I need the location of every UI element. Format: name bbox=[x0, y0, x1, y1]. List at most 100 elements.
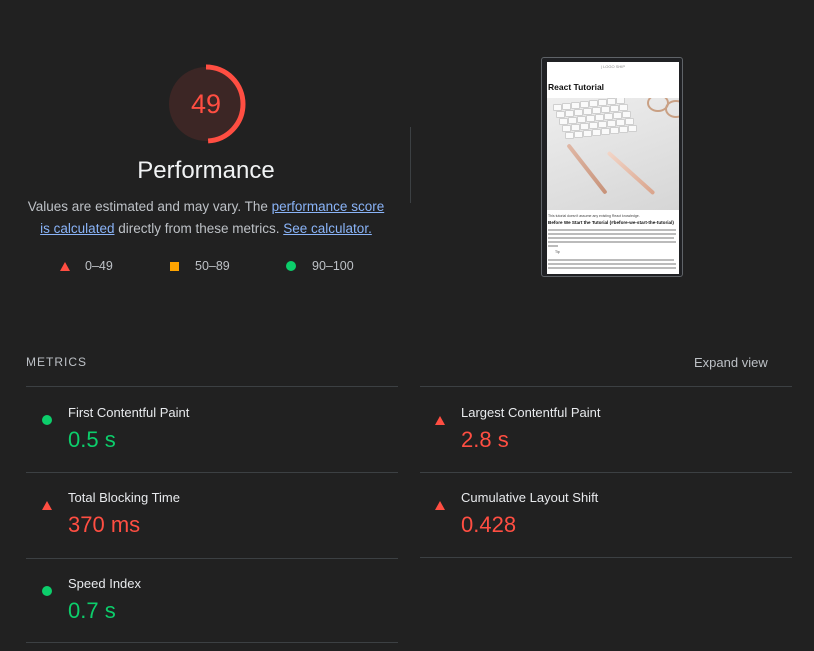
square-icon bbox=[170, 261, 179, 271]
keyboard-key bbox=[598, 99, 607, 106]
keyboard-key bbox=[565, 110, 574, 117]
keyboard-key bbox=[613, 112, 622, 119]
poor-status-icon bbox=[42, 497, 52, 515]
metric-first-contentful-paint: First Contentful Paint 0.5 s bbox=[42, 405, 412, 475]
keyboard-key bbox=[553, 104, 562, 111]
keyboard-key bbox=[628, 125, 637, 132]
metrics-divider bbox=[26, 386, 398, 387]
keyboard-key bbox=[571, 124, 580, 131]
metric-value: 2.8 s bbox=[461, 427, 509, 452]
keyboard-key bbox=[616, 119, 625, 126]
metrics-divider bbox=[26, 642, 398, 643]
legend-item-average: 50–89 bbox=[170, 259, 230, 273]
description-text-2: directly from these metrics. bbox=[114, 221, 284, 236]
poor-status-icon bbox=[435, 497, 445, 515]
metrics-divider bbox=[26, 558, 398, 559]
keyboard-key bbox=[625, 118, 634, 125]
metrics-divider bbox=[420, 472, 792, 473]
keyboard-key bbox=[601, 106, 610, 113]
keyboard-key bbox=[619, 126, 628, 133]
keyboard-key bbox=[619, 104, 628, 111]
keyboard-key bbox=[601, 128, 610, 135]
keyboard-key bbox=[574, 109, 583, 116]
metric-label: Total Blocking Time bbox=[68, 490, 180, 505]
keyboard-key bbox=[583, 108, 592, 115]
keyboard-key bbox=[622, 111, 631, 118]
keyboard-key bbox=[604, 113, 613, 120]
see-calculator-link[interactable]: See calculator. bbox=[283, 221, 372, 236]
keyboard-key bbox=[589, 122, 598, 129]
metrics-divider bbox=[420, 386, 792, 387]
keyboard-key bbox=[565, 132, 574, 139]
keyboard-key bbox=[577, 116, 586, 123]
metric-total-blocking-time: Total Blocking Time 370 ms bbox=[42, 490, 412, 560]
keyboard-key bbox=[562, 125, 571, 132]
screenshot-text-line bbox=[548, 267, 676, 269]
keyboard-key bbox=[580, 101, 589, 108]
metrics-section-label: METRICS bbox=[26, 355, 87, 369]
metric-label: Cumulative Layout Shift bbox=[461, 490, 599, 505]
metric-largest-contentful-paint: Largest Contentful Paint 2.8 s bbox=[435, 405, 805, 475]
screenshot-header-text: | LOGO SHIP bbox=[600, 64, 626, 69]
expand-view-button[interactable]: Expand view bbox=[694, 355, 768, 370]
metric-value: 0.5 s bbox=[68, 427, 116, 452]
keyboard-key bbox=[610, 105, 619, 112]
description-text-1: Values are estimated and may vary. The bbox=[27, 199, 272, 214]
poor-status-icon bbox=[435, 412, 445, 430]
legend-item-poor: 0–49 bbox=[60, 259, 113, 273]
screenshot-text-line bbox=[548, 241, 676, 243]
screenshot-text-line bbox=[548, 259, 674, 261]
performance-title: Performance bbox=[137, 157, 275, 184]
performance-score: 49 bbox=[190, 88, 222, 119]
screenshot-title: React Tutorial bbox=[548, 82, 605, 92]
screenshot-text-line bbox=[548, 245, 558, 247]
metric-label: Speed Index bbox=[68, 576, 142, 591]
final-screenshot[interactable]: | LOGO SHIP React Tutorial This tutorial… bbox=[541, 57, 683, 277]
keyboard-key bbox=[589, 100, 598, 107]
legend-item-good: 90–100 bbox=[286, 259, 354, 273]
keyboard-key bbox=[559, 118, 568, 125]
glasses-illustration-right bbox=[665, 100, 679, 118]
metric-cumulative-layout-shift: Cumulative Layout Shift 0.428 bbox=[435, 490, 805, 560]
screenshot-hero-image bbox=[547, 98, 679, 210]
keyboard-key bbox=[556, 111, 565, 118]
good-status-icon bbox=[42, 583, 52, 601]
circle-icon bbox=[286, 261, 296, 271]
keyboard-key bbox=[607, 98, 616, 105]
keyboard-key bbox=[571, 102, 580, 109]
keyboard-key bbox=[595, 114, 604, 121]
screenshot-caption: This tutorial doesn't assume any existin… bbox=[548, 214, 640, 218]
screenshot-text-line bbox=[548, 237, 674, 239]
screenshot-text-line bbox=[548, 233, 676, 235]
keyboard-key bbox=[580, 123, 589, 130]
metric-value: 0.428 bbox=[461, 512, 517, 537]
metric-value: 370 ms bbox=[68, 512, 141, 537]
pencil-illustration bbox=[606, 150, 656, 196]
keyboard-key bbox=[574, 131, 583, 138]
keyboard-key bbox=[592, 129, 601, 136]
metric-label: First Contentful Paint bbox=[68, 405, 190, 420]
metrics-divider bbox=[420, 557, 792, 558]
keyboard-key bbox=[562, 103, 571, 110]
legend-range-poor: 0–49 bbox=[85, 259, 113, 273]
screenshot-tip: Tip bbox=[555, 250, 560, 254]
pen-illustration bbox=[566, 143, 608, 195]
keyboard-key bbox=[592, 107, 601, 114]
screenshot-text-line bbox=[548, 229, 676, 231]
metric-speed-index: Speed Index 0.7 s bbox=[42, 576, 412, 646]
keyboard-key bbox=[598, 121, 607, 128]
keyboard-key bbox=[607, 120, 616, 127]
legend-range-good: 90–100 bbox=[312, 259, 354, 273]
screenshot-page: | LOGO SHIP React Tutorial This tutorial… bbox=[547, 62, 679, 274]
vertical-divider bbox=[410, 127, 411, 203]
keyboard-key bbox=[586, 115, 595, 122]
screenshot-text-line bbox=[548, 263, 676, 265]
metric-value: 0.7 s bbox=[68, 598, 116, 623]
keyboard-key bbox=[583, 130, 592, 137]
legend-range-average: 50–89 bbox=[195, 259, 230, 273]
good-status-icon bbox=[42, 412, 52, 430]
screenshot-heading: Before We Start the Tutorial (#before-we… bbox=[548, 220, 674, 225]
keyboard-key bbox=[610, 127, 619, 134]
triangle-icon bbox=[60, 261, 70, 271]
performance-description: Values are estimated and may vary. The p… bbox=[26, 196, 386, 240]
